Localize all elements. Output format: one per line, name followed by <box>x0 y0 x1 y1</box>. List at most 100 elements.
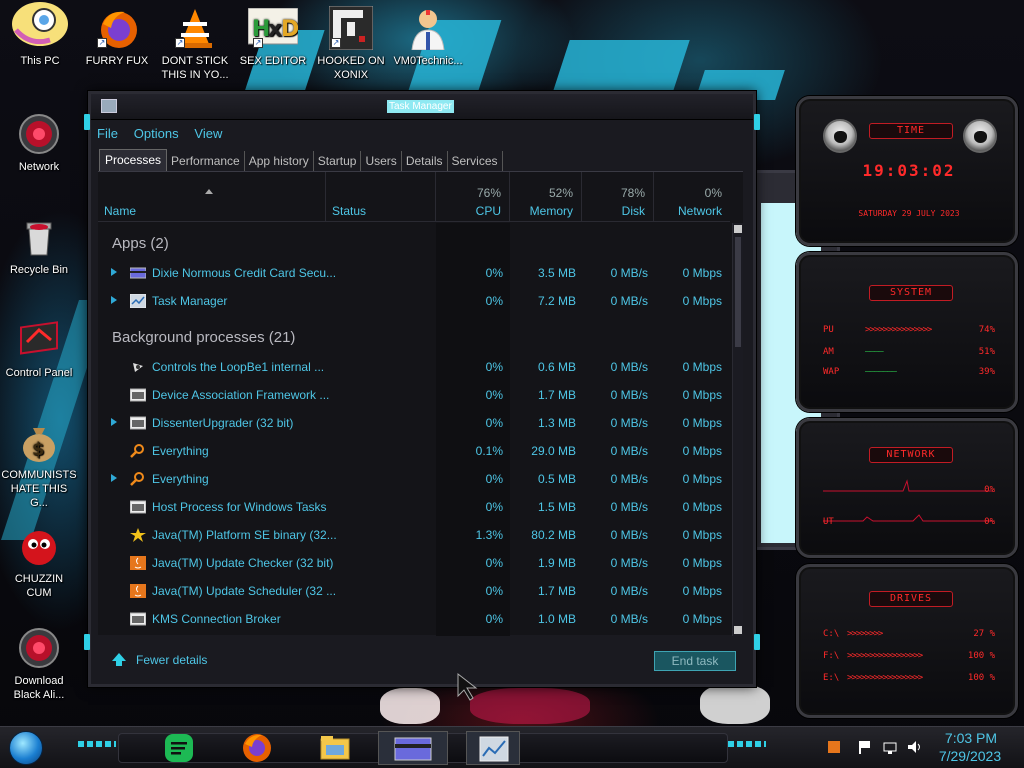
taskbar-accent <box>728 741 766 747</box>
desktop-icon-communists[interactable]: $ COMMUNISTS HATE THIS G... <box>1 420 77 510</box>
desktop-icon-furry-fux[interactable]: ↗ FURRY FUX <box>79 6 155 68</box>
recycle-bin-icon <box>17 215 61 259</box>
process-row[interactable]: Controls the LoopBe1 internal ... 0% 0.6… <box>98 353 730 381</box>
tab-users[interactable]: Users <box>361 151 402 171</box>
desktop-icon-label: Download Black Ali... <box>13 675 65 701</box>
group-header-background[interactable]: Background processes (21) <box>112 329 295 346</box>
desktop-icon-sex-editor[interactable]: HxD ↗ SEX EDITOR <box>235 6 311 68</box>
network-tray-icon[interactable] <box>882 739 898 755</box>
desktop-icon-vm0technic[interactable]: VM0Technic... <box>390 6 466 68</box>
desktop-icon-dont-stick[interactable]: ↗ DONT STICK THIS IN YO... <box>157 6 233 82</box>
window-icon <box>129 388 147 402</box>
task-manager-icon <box>129 293 147 309</box>
network-widget[interactable]: NETWORK 0% UT 0% <box>796 418 1018 558</box>
taskbar-spotify-button[interactable] <box>162 731 198 765</box>
task-manager-window[interactable]: Task Manager File Options View Processes… <box>84 91 760 687</box>
expand-arrow-icon[interactable] <box>111 296 117 304</box>
process-network: 0 Mbps <box>682 360 722 374</box>
process-row[interactable]: Host Process for Windows Tasks 0% 1.5 MB… <box>98 493 730 521</box>
scroll-down-icon[interactable] <box>734 626 742 634</box>
desktop-icon-download-black-ali[interactable]: Download Black Ali... <box>1 626 77 702</box>
menu-view[interactable]: View <box>194 126 222 141</box>
desktop-icon-this-pc[interactable]: This PC <box>2 2 78 68</box>
start-button[interactable] <box>9 731 43 765</box>
tab-performance[interactable]: Performance <box>167 151 245 171</box>
taskbar-card-app-button[interactable] <box>378 731 448 765</box>
tab-processes[interactable]: Processes <box>99 149 168 171</box>
firefox-icon <box>243 734 271 762</box>
system-row-swap: WAP ––––––– 39% <box>823 367 1013 381</box>
widget-title: NETWORK <box>869 447 953 463</box>
taskbar-firefox-button[interactable] <box>240 731 276 765</box>
desktop-icon-hooked-on-xonix[interactable]: ↗ HOOKED ON XONIX <box>313 5 389 82</box>
system-widget[interactable]: SYSTEM PU >>>>>>>>>>>>>>> 74% AM –––– 51… <box>796 252 1018 412</box>
process-row[interactable]: Everything 0.1% 29.0 MB 0 MB/s 0 Mbps <box>98 437 730 465</box>
expand-arrow-icon[interactable] <box>111 474 117 482</box>
scroll-up-icon[interactable] <box>734 225 742 233</box>
window-accent <box>754 114 760 130</box>
process-row[interactable]: Java(TM) Platform SE binary (32... 1.3% … <box>98 521 730 549</box>
process-name: DissenterUpgrader (32 bit) <box>152 416 294 430</box>
tab-startup[interactable]: Startup <box>314 151 362 171</box>
process-name: Everything <box>152 444 209 458</box>
network-icon <box>17 112 61 156</box>
process-row[interactable]: Java(TM) Update Checker (32 bit) 0% 1.9 … <box>98 549 730 577</box>
desktop-icon-label: Control Panel <box>5 367 73 379</box>
expand-arrow-icon[interactable] <box>111 268 117 276</box>
vertical-scrollbar[interactable] <box>732 223 743 636</box>
process-row[interactable]: Task Manager 0% 7.2 MB 0 MB/s 0 Mbps <box>98 287 730 315</box>
money-bag-icon: $ <box>17 420 61 464</box>
process-disk: 0 MB/s <box>610 360 648 374</box>
taskbar-clock-date[interactable]: 7/29/2023 <box>934 748 1006 764</box>
process-row[interactable]: Dixie Normous Credit Card Secu... 0% 3.5… <box>98 259 730 287</box>
task-manager-icon <box>101 99 117 113</box>
process-network: 0 Mbps <box>682 266 722 280</box>
taskbar-file-explorer-button[interactable] <box>318 731 354 765</box>
process-row[interactable]: Everything 0% 0.5 MB 0 MB/s 0 Mbps <box>98 465 730 493</box>
taskbar-task-manager-button[interactable] <box>466 731 520 765</box>
column-header-name[interactable]: Name <box>98 172 326 222</box>
column-header-status[interactable]: Status <box>326 172 436 222</box>
row-label: WAP <box>823 367 840 377</box>
desktop-icon-control-panel[interactable]: Control Panel <box>1 318 77 380</box>
column-header-disk[interactable]: 78% Disk <box>582 172 654 222</box>
volume-icon[interactable] <box>906 739 922 755</box>
time-widget[interactable]: TIME 19:03:02 SATURDAY 29 JULY 2023 <box>796 96 1018 246</box>
network-row-in: 0% <box>823 485 1013 499</box>
process-row[interactable]: DissenterUpgrader (32 bit) 0% 1.3 MB 0 M… <box>98 409 730 437</box>
process-row[interactable]: KMS Connection Broker 0% 1.0 MB 0 MB/s 0… <box>98 605 730 633</box>
tab-app-history[interactable]: App history <box>245 151 314 171</box>
desktop-icon-network[interactable]: Network <box>1 112 77 174</box>
process-cpu: 0% <box>485 294 503 308</box>
process-cpu: 0% <box>485 556 503 570</box>
end-task-button[interactable]: End task <box>654 651 736 671</box>
tab-details[interactable]: Details <box>402 151 448 171</box>
desktop-icon-chuzzin-cum[interactable]: CHUZZIN CUM <box>1 524 77 600</box>
process-cpu: 0% <box>485 360 503 374</box>
fewer-details-link[interactable]: Fewer details <box>136 653 207 667</box>
title-bar[interactable]: Task Manager <box>91 94 753 120</box>
drives-widget[interactable]: DRIVES C:\ >>>>>>>> 27 % F:\ >>>>>>>>>>>… <box>796 564 1018 718</box>
flag-icon[interactable] <box>856 739 872 755</box>
column-header-cpu[interactable]: 76% CPU <box>436 172 510 222</box>
shield-flag-icon[interactable] <box>826 739 842 755</box>
expand-arrow-icon[interactable] <box>111 418 117 426</box>
chuzzle-icon <box>17 524 61 568</box>
tab-services[interactable]: Services <box>448 151 503 171</box>
column-header-memory[interactable]: 52% Memory <box>510 172 582 222</box>
process-row[interactable]: Device Association Framework ... 0% 1.7 … <box>98 381 730 409</box>
taskbar-clock-time[interactable]: 7:03 PM <box>940 730 1002 746</box>
process-rows: Apps (2) Dixie Normous Credit Card Secu.… <box>98 223 730 636</box>
scroll-thumb[interactable] <box>735 237 741 347</box>
column-label: CPU <box>475 204 501 218</box>
row-value: 100 % <box>967 673 995 683</box>
memory-total-percent: 52% <box>548 186 573 200</box>
disk-total-percent: 78% <box>620 186 645 200</box>
column-header-network[interactable]: 0% Network <box>654 172 730 222</box>
column-label: Name <box>104 204 137 218</box>
menu-options[interactable]: Options <box>134 126 179 141</box>
menu-file[interactable]: File <box>97 126 118 141</box>
process-row[interactable]: Java(TM) Update Scheduler (32 ... 0% 1.7… <box>98 577 730 605</box>
desktop-icon-recycle-bin[interactable]: Recycle Bin <box>1 215 77 277</box>
group-header-apps[interactable]: Apps (2) <box>112 235 169 252</box>
